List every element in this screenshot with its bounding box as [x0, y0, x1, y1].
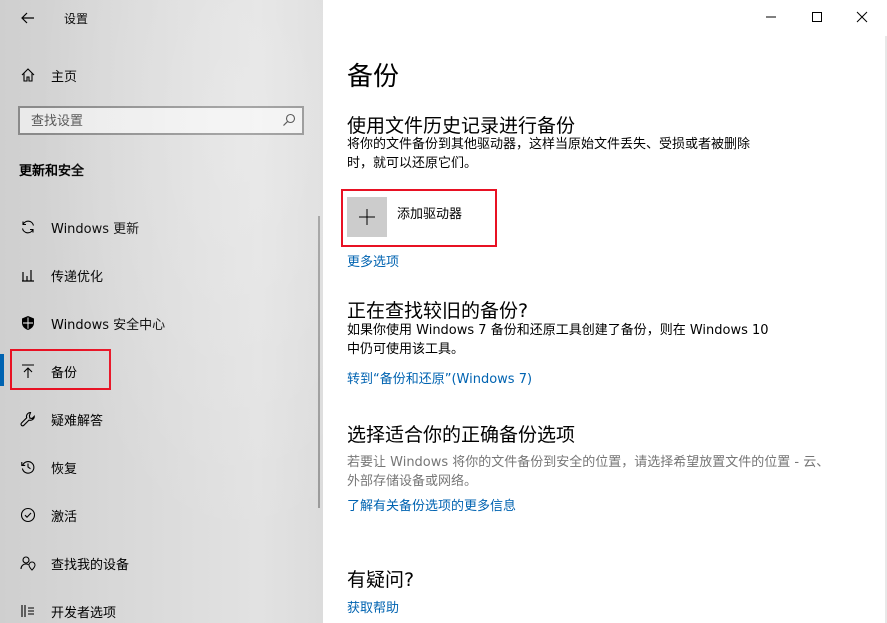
sidebar-item-recovery[interactable]: 恢复 — [0, 449, 323, 485]
choose-backup-description-line1: 若要让 Windows 将你的文件备份到安全的位置，请选择希望放置文件的位置 -… — [347, 455, 830, 470]
arrow-left-icon — [21, 12, 34, 24]
sidebar-item-label: 查找我的设备 — [51, 557, 130, 573]
more-options-link[interactable]: 更多选项 — [347, 251, 399, 270]
sidebar-item-developer-options[interactable]: 开发者选项 — [0, 593, 323, 623]
sidebar-item-activation[interactable]: 激活 — [0, 497, 323, 533]
section-title: 更新和安全 — [19, 164, 85, 179]
backup-restore-link[interactable]: 转到“备份和还原”(Windows 7) — [347, 368, 532, 387]
person-location-icon — [18, 553, 38, 573]
sidebar-item-label: 主页 — [51, 69, 78, 85]
sync-icon — [18, 217, 38, 237]
choose-backup-description-line2: 外部存储设备或网络。 — [347, 474, 478, 489]
minimize-icon — [766, 16, 776, 18]
delivery-icon — [18, 265, 38, 285]
search-input[interactable] — [20, 108, 283, 135]
back-button[interactable] — [14, 6, 42, 30]
sidebar-item-label: 恢复 — [51, 461, 78, 477]
sidebar-item-label: 传递优化 — [51, 269, 104, 285]
get-help-link[interactable]: 获取帮助 — [347, 597, 399, 616]
main-content: 备份 使用文件历史记录进行备份 将你的文件备份到其他驱动器，这样当原始文件丢失、… — [323, 0, 887, 623]
sidebar-item-label: 激活 — [51, 509, 78, 525]
sidebar-item-windows-security[interactable]: Windows 安全中心 — [0, 305, 323, 341]
sidebar-item-delivery-optimization[interactable]: 传递优化 — [0, 257, 323, 293]
help-heading: 有疑问? — [347, 569, 415, 591]
file-history-description-line2: 时，就可以还原它们。 — [347, 156, 478, 171]
sidebar-item-troubleshoot[interactable]: 疑难解答 — [0, 401, 323, 437]
app-title: 设置 — [64, 12, 89, 26]
highlight-box-backup — [10, 349, 111, 390]
maximize-icon — [812, 12, 822, 22]
sidebar-item-label: Windows 更新 — [51, 221, 140, 237]
sidebar-scrollbar[interactable] — [318, 216, 320, 508]
wrench-icon — [18, 409, 38, 429]
sidebar-item-label: 开发者选项 — [51, 605, 117, 621]
file-history-description-line1: 将你的文件备份到其他驱动器，这样当原始文件丢失、受损或者被删除 — [347, 137, 751, 152]
highlight-box-add-drive — [341, 189, 497, 247]
shield-icon — [18, 313, 38, 333]
home-icon — [18, 65, 38, 85]
search-icon[interactable] — [281, 112, 297, 128]
older-backup-description-line1: 如果你使用 Windows 7 备份和还原工具创建了备份，则在 Windows … — [347, 323, 769, 338]
close-icon — [856, 11, 868, 23]
page-title: 备份 — [347, 62, 400, 92]
maximize-button[interactable] — [803, 5, 831, 29]
sidebar-item-home[interactable]: 主页 — [0, 57, 323, 93]
minimize-button[interactable] — [757, 5, 785, 29]
history-icon — [18, 457, 38, 477]
close-button[interactable] — [848, 5, 876, 29]
sidebar-item-find-my-device[interactable]: 查找我的设备 — [0, 545, 323, 581]
search-box[interactable] — [18, 106, 304, 135]
check-circle-icon — [18, 505, 38, 525]
learn-more-link[interactable]: 了解有关备份选项的更多信息 — [347, 495, 516, 514]
file-history-heading: 使用文件历史记录进行备份 — [347, 115, 576, 137]
older-backup-heading: 正在查找较旧的备份? — [347, 300, 529, 322]
sidebar-item-windows-update[interactable]: Windows 更新 — [0, 209, 323, 245]
developer-icon — [18, 601, 38, 621]
sidebar-item-label: 疑难解答 — [51, 413, 104, 429]
sidebar-item-label: Windows 安全中心 — [51, 317, 166, 333]
older-backup-description-line2: 中仍可使用该工具。 — [347, 342, 465, 357]
sidebar: 设置 主页 更新和安全 Windows 更新 传递优化 — [0, 0, 323, 623]
choose-backup-heading: 选择适合你的正确备份选项 — [347, 424, 576, 446]
